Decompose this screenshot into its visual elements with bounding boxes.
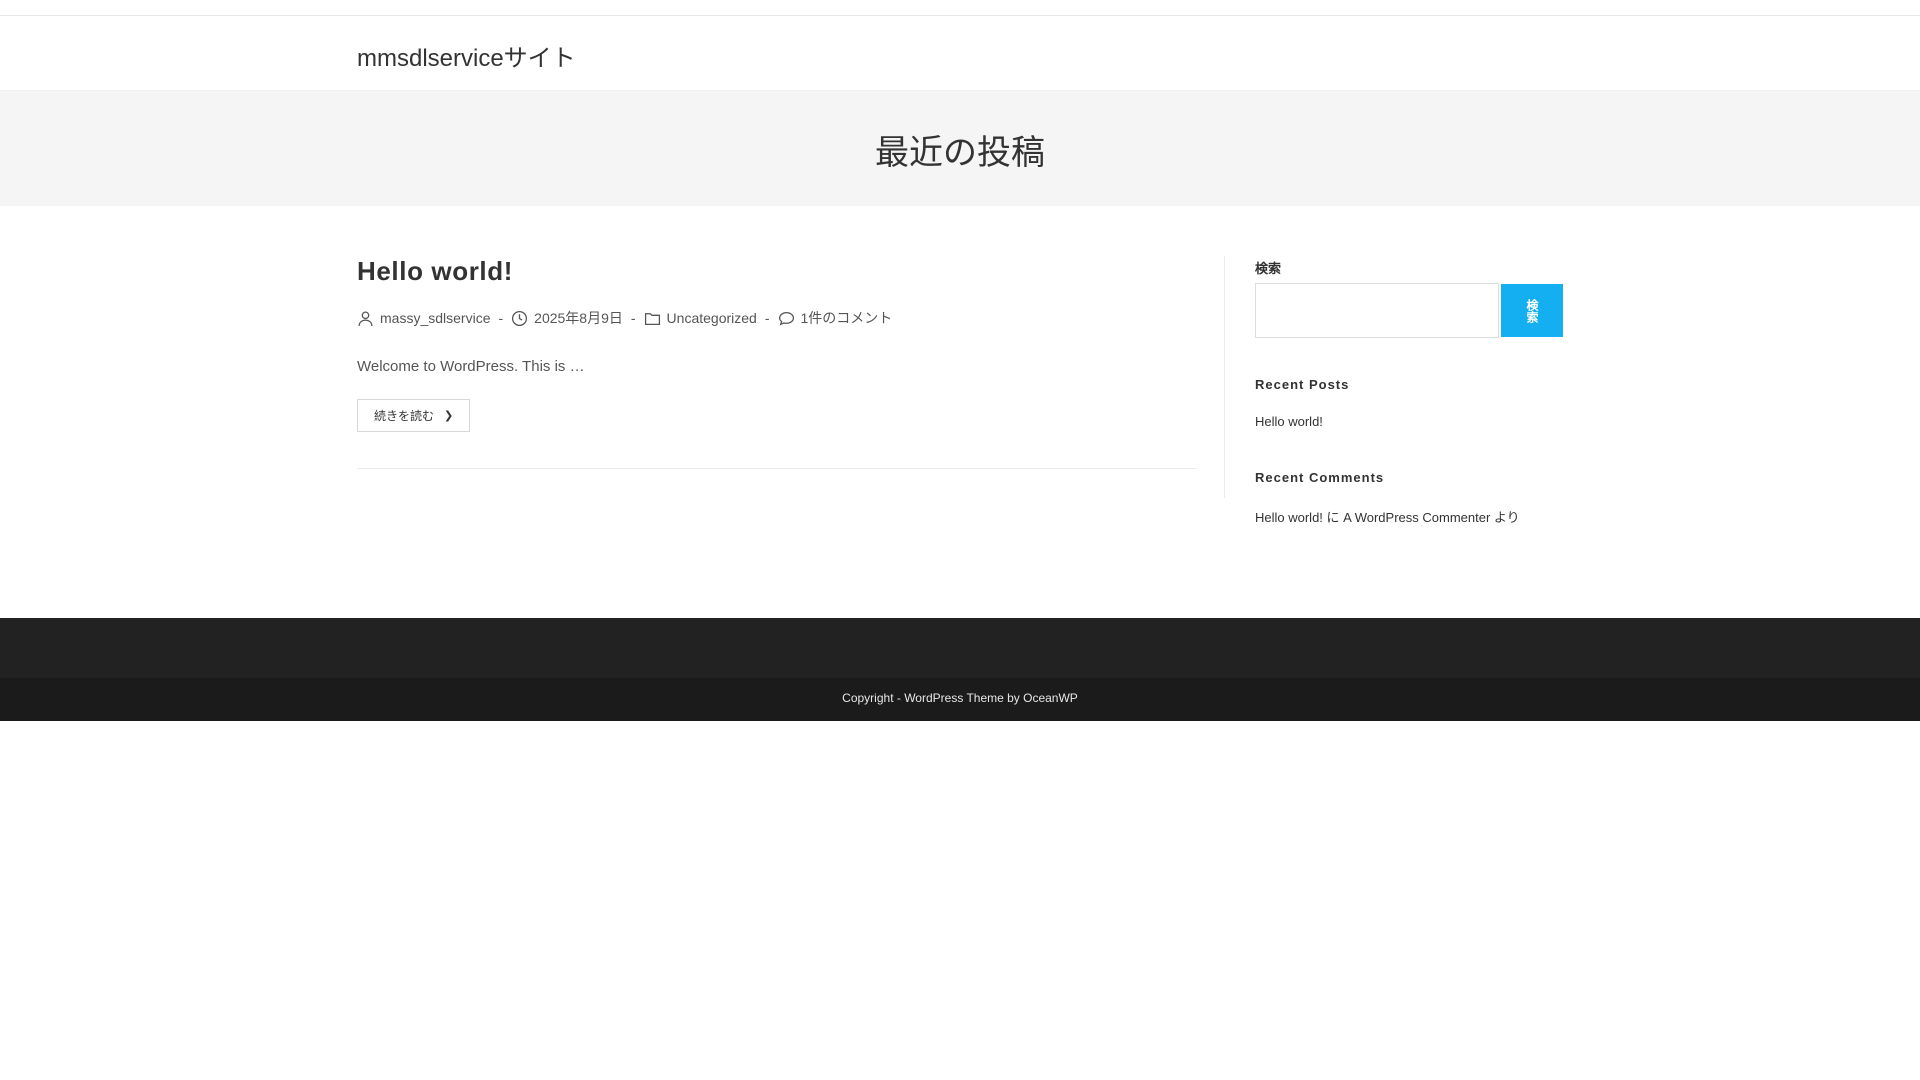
sidebar-divider — [1224, 256, 1225, 498]
meta-author: massy_sdlservice — [357, 310, 490, 327]
folder-icon — [644, 312, 660, 325]
sidebar: 検索 検索 Recent Posts Hello world! Recent C… — [1255, 258, 1563, 526]
search-button[interactable]: 検索 — [1501, 284, 1563, 337]
footer-bottom: Copyright - WordPress Theme by OceanWP — [0, 678, 1920, 721]
meta-comments: 1件のコメント — [778, 308, 893, 328]
meta-separator: - — [630, 310, 636, 326]
recent-post-link[interactable]: Hello world! — [1255, 414, 1563, 429]
post-entry: Hello world! massy_sdlservice - 2025年8月9… — [357, 256, 1196, 432]
copyright-text: Copyright - WordPress Theme by OceanWP — [842, 691, 1078, 705]
read-more-button[interactable]: 続きを読む ❯ — [357, 399, 471, 432]
meta-separator: - — [764, 310, 770, 326]
recent-comments-title: Recent Comments — [1255, 470, 1385, 485]
comments-link[interactable]: 1件のコメント — [801, 308, 893, 328]
search-form: 検索 — [1255, 283, 1563, 338]
user-icon — [358, 310, 373, 326]
site-header: mmsdlserviceサイト — [0, 16, 1920, 91]
comment-icon — [778, 311, 794, 325]
search-label: 検索 — [1255, 261, 1282, 276]
post-date: 2025年8月9日 — [534, 310, 623, 326]
main-content: Hello world! massy_sdlservice - 2025年8月9… — [357, 256, 1196, 432]
page-title: 最近の投稿 — [875, 134, 1045, 172]
post-title-link[interactable]: Hello world! — [357, 256, 1196, 290]
category-link[interactable]: Uncategorized — [667, 310, 757, 326]
meta-separator: - — [498, 310, 504, 326]
meta-date: 2025年8月9日 — [511, 308, 623, 328]
author-link[interactable]: massy_sdlservice — [380, 310, 490, 326]
search-input[interactable] — [1255, 283, 1499, 338]
footer-widgets — [0, 618, 1920, 678]
page-header: 最近の投稿 — [0, 91, 1920, 206]
recent-posts-title: Recent Posts — [1255, 377, 1350, 392]
clock-icon — [512, 310, 528, 326]
post-excerpt: Welcome to WordPress. This is … — [357, 358, 585, 375]
read-more-label: 続きを読む — [374, 409, 435, 423]
chevron-right-icon: ❯ — [444, 410, 454, 422]
post-divider — [357, 468, 1196, 469]
site-title-link[interactable]: mmsdlserviceサイト — [357, 38, 576, 73]
top-bar — [0, 0, 1920, 16]
recent-comment-link[interactable]: Hello world! に A WordPress Commenter より — [1255, 507, 1563, 526]
meta-category: Uncategorized — [644, 310, 757, 327]
post-meta: massy_sdlservice - 2025年8月9日 - Uncategor… — [357, 308, 1196, 328]
